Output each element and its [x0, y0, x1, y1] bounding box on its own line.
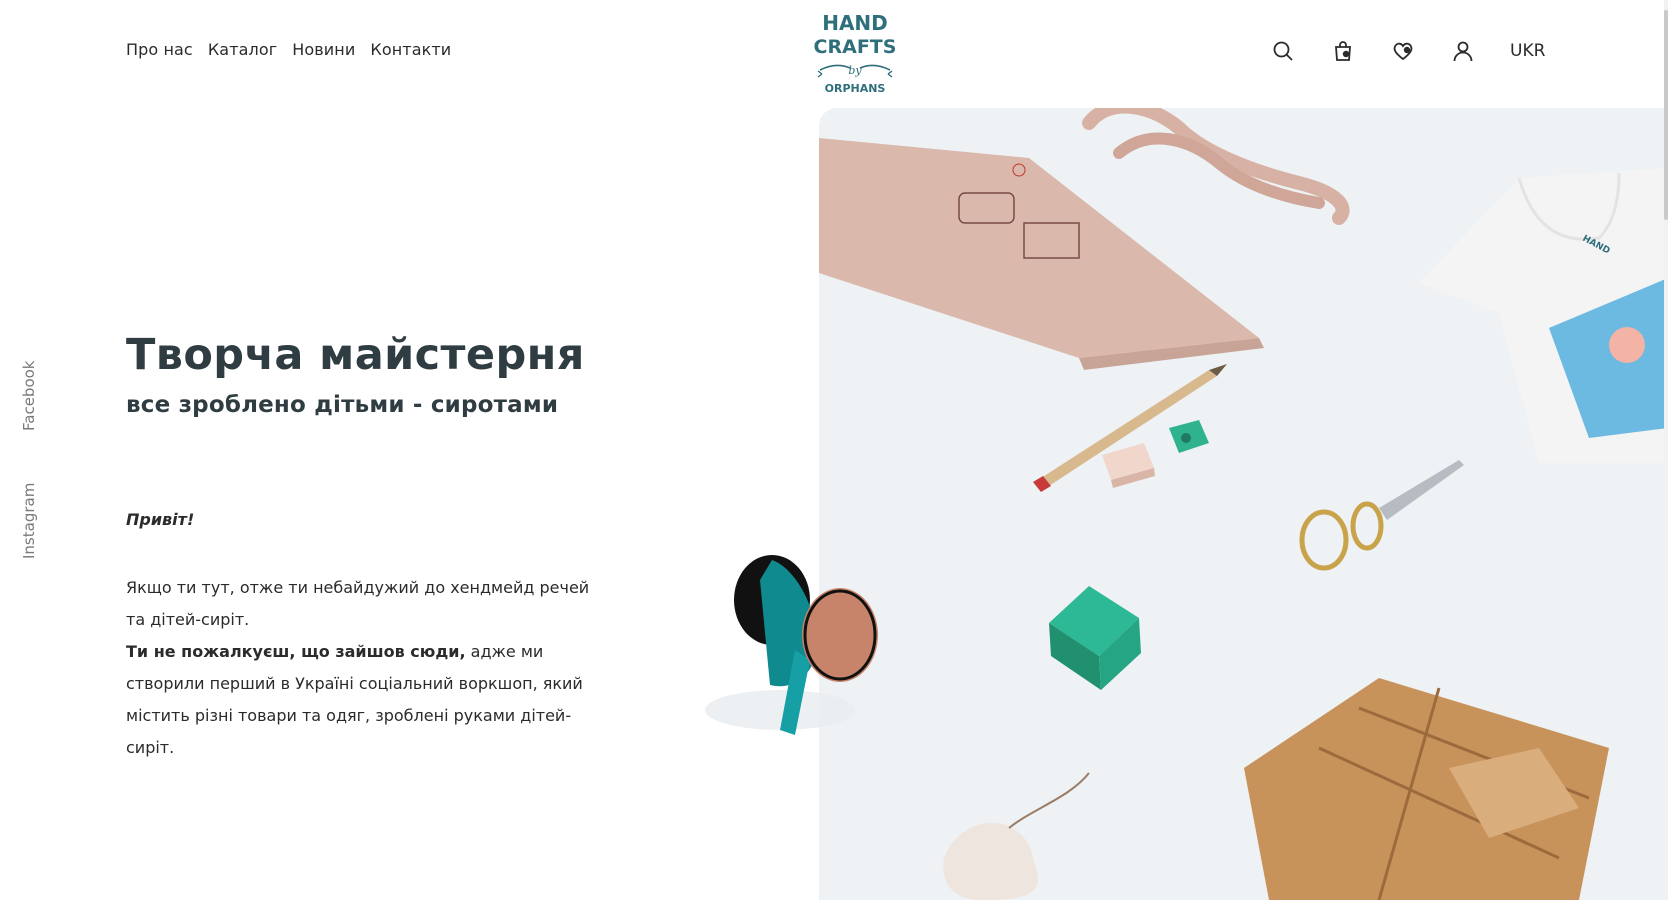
eraser-illustration: [1102, 443, 1155, 488]
scrollbar-thumb[interactable]: [1664, 10, 1668, 220]
nav-news[interactable]: Новини: [292, 40, 355, 59]
hero-title: Творча майстерня: [126, 330, 585, 380]
facebook-link[interactable]: Facebook: [20, 361, 38, 431]
wishlist-heart-icon[interactable]: [1390, 38, 1416, 64]
mission-bold: Ти не пожалкуєш, що зайшов сюди,: [126, 642, 466, 661]
hero-image-panel: HAND: [819, 108, 1668, 900]
language-switcher[interactable]: UKR: [1510, 41, 1545, 61]
hero-subtitle: все зроблено дітьми - сиротами: [126, 392, 559, 418]
tshirt-illustration: HAND: [1419, 168, 1668, 463]
intro-paragraph: Якщо ти тут, отже ти небайдужий до хендм…: [126, 578, 590, 629]
cart-icon[interactable]: [1330, 38, 1356, 64]
logo-by: by: [848, 64, 862, 77]
header-actions: UKR: [1270, 38, 1545, 64]
hero-photo-illustration: HAND: [819, 108, 1668, 900]
nav-catalog[interactable]: Каталог: [208, 40, 277, 59]
main-nav: Про нас Каталог Новини Контакти: [126, 40, 451, 59]
page-scrollbar[interactable]: [1664, 0, 1668, 900]
instagram-link[interactable]: Instagram: [20, 483, 38, 559]
heart-tag-illustration: [943, 772, 1090, 900]
logo[interactable]: HAND CRAFTS by ORPHANS: [812, 8, 898, 100]
scissors-illustration: [1299, 460, 1464, 571]
logo-hand: HAND: [822, 11, 888, 35]
sharpener-illustration: [1169, 420, 1209, 453]
mission-paragraph: Ти не пожалкуєш, що зайшов сюди, адже ми…: [126, 636, 596, 764]
hero-description: Якщо ти тут, отже ти небайдужий до хендм…: [126, 572, 596, 764]
kraft-package-illustration: [1244, 678, 1609, 900]
nav-about[interactable]: Про нас: [126, 40, 193, 59]
search-icon[interactable]: [1270, 38, 1296, 64]
ribbon-spool-illustration: [700, 540, 940, 740]
gift-box-illustration: [1049, 586, 1141, 690]
nav-contacts[interactable]: Контакти: [370, 40, 451, 59]
tote-bag-illustration: [819, 108, 1350, 370]
logo-orphans: ORPHANS: [825, 82, 886, 95]
logo-crafts: CRAFTS: [814, 36, 897, 58]
greeting-text: Привіт!: [126, 510, 195, 529]
user-icon[interactable]: [1450, 38, 1476, 64]
